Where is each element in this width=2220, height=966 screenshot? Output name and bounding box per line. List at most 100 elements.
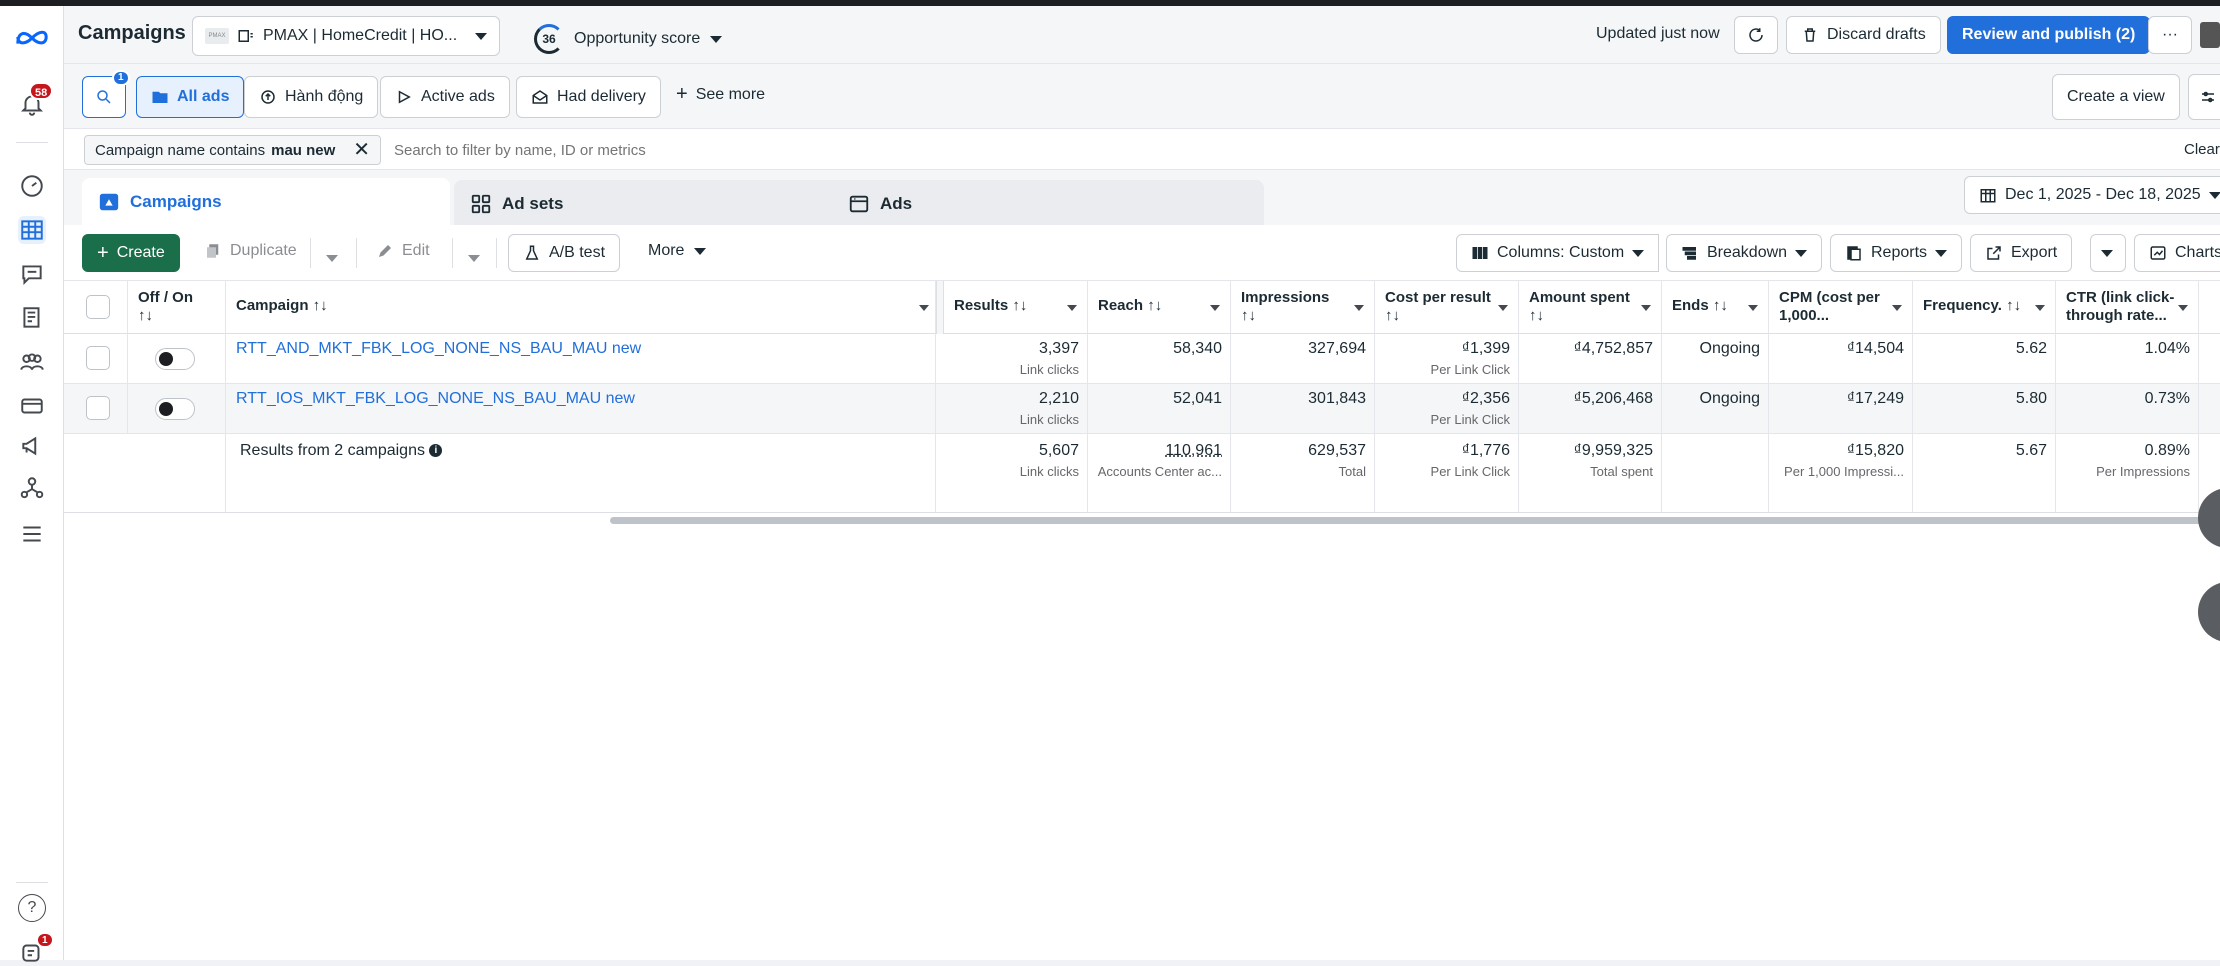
campaign-name-cell: RTT_AND_MKT_FBK_LOG_NONE_NS_BAU_MAU new — [226, 334, 936, 383]
export-dropdown[interactable] — [2090, 234, 2126, 272]
campaign-toggle[interactable] — [155, 398, 195, 420]
summary-label-cell: Results from 2 campaigns i — [226, 434, 936, 512]
active-ads-label: Active ads — [421, 88, 495, 105]
see-more-button[interactable]: + See more — [676, 83, 765, 105]
header-frequency[interactable]: Frequency. ↑↓ — [1913, 281, 2056, 334]
header-results-label: Results ↑↓ — [954, 297, 1028, 314]
summary-reach-value[interactable]: 110,961 — [1165, 442, 1222, 459]
megaphone-icon[interactable] — [18, 432, 46, 460]
ctr-value: 0.73% — [2144, 390, 2190, 407]
tab-campaigns[interactable]: Campaigns — [82, 178, 450, 225]
header-campaign[interactable]: Campaign ↑↓ — [226, 281, 936, 334]
actions-filter-label: Hành động — [285, 88, 364, 105]
date-range-picker[interactable]: Dec 1, 2025 - Dec 18, 2025 — [1964, 176, 2220, 214]
header-amount-spent[interactable]: Amount spent ↑↓ — [1519, 281, 1662, 334]
header-offon[interactable]: Off / On ↑↓ — [128, 281, 226, 334]
all-ads-button[interactable]: All ads — [136, 76, 245, 118]
cpr-cell: ₫2,356 Per Link Click — [1375, 384, 1519, 433]
reports-button[interactable]: Reports — [1830, 234, 1963, 272]
breakdown-button[interactable]: Breakdown — [1666, 234, 1823, 272]
horizontal-scrollbar[interactable] — [610, 517, 2220, 524]
header-cpm-label: CPM (cost per — [1779, 289, 1880, 306]
refresh-button[interactable] — [1734, 16, 1778, 54]
had-delivery-button[interactable]: Had delivery — [516, 76, 661, 118]
envelope-open-icon — [532, 90, 548, 104]
summary-cpm-sub: Per 1,000 Impressi... — [1784, 464, 1904, 479]
tab-ads[interactable]: Ads — [832, 180, 1264, 227]
chevron-down-icon — [710, 35, 723, 43]
header-cost-per-result[interactable]: Cost per result ↑↓ — [1375, 281, 1519, 334]
review-publish-button[interactable]: Review and publish (2) — [1947, 16, 2151, 54]
header-ctr[interactable]: CTR (link click- through rate... — [2056, 281, 2199, 334]
tab-adsets[interactable]: Ad sets — [454, 180, 888, 227]
more-actions-button[interactable]: More — [648, 242, 707, 260]
avatar[interactable] — [2200, 22, 2220, 48]
row-select-cell — [64, 384, 128, 433]
table-row[interactable]: RTT_IOS_MKT_FBK_LOG_NONE_NS_BAU_MAU new … — [64, 384, 2220, 434]
filter-settings-button[interactable] — [2188, 74, 2220, 120]
header-reach[interactable]: Reach ↑↓ — [1088, 281, 1231, 334]
more-options-button[interactable]: ··· — [2148, 16, 2192, 54]
left-navigation: 58 ? 1 — [0, 6, 64, 962]
plus-icon: + — [676, 83, 688, 105]
active-ads-button[interactable]: Active ads — [380, 76, 510, 118]
dashboard-gauge-icon[interactable] — [18, 172, 46, 200]
header-impressions[interactable]: Impressions ↑↓ — [1231, 281, 1375, 334]
campaign-name-link[interactable]: RTT_IOS_MKT_FBK_LOG_NONE_NS_BAU_MAU new — [236, 390, 635, 407]
table-row[interactable]: RTT_AND_MKT_FBK_LOG_NONE_NS_BAU_MAU new … — [64, 334, 2220, 384]
summary-cpr-sub: Per Link Click — [1430, 464, 1510, 479]
had-delivery-label: Had delivery — [557, 88, 646, 105]
more-actions-label: More — [648, 242, 685, 259]
frequency-value: 5.80 — [2015, 390, 2047, 407]
help-icon[interactable]: ? — [18, 894, 46, 922]
discard-drafts-button[interactable]: Discard drafts — [1786, 16, 1941, 54]
ab-test-button[interactable]: A/B test — [508, 234, 621, 272]
menu-icon[interactable] — [18, 520, 46, 548]
pages-icon[interactable] — [18, 304, 46, 332]
campaign-toggle[interactable] — [155, 348, 195, 370]
export-button[interactable]: Export — [1970, 234, 2073, 272]
campaign-name-link[interactable]: RTT_AND_MKT_FBK_LOG_NONE_NS_BAU_MAU new — [236, 340, 641, 357]
updated-status: Updated just now — [1596, 25, 1720, 42]
opportunity-score[interactable]: 36 Opportunity score — [534, 24, 723, 54]
header-ends[interactable]: Ends ↑↓ — [1662, 281, 1769, 334]
row-toggle-cell — [128, 384, 226, 433]
billing-card-icon[interactable] — [18, 392, 46, 420]
account-selector[interactable]: PMAX PMAX | HomeCredit | HO... — [192, 16, 501, 56]
edit-dropdown[interactable] — [468, 249, 480, 267]
reach-cell: 52,041 — [1088, 384, 1231, 433]
create-view-button[interactable]: Create a view — [2052, 74, 2180, 120]
audiences-icon[interactable] — [18, 348, 46, 376]
create-button[interactable]: + Create — [82, 234, 180, 272]
business-network-icon[interactable] — [18, 474, 46, 502]
campaigns-table-icon[interactable] — [18, 216, 46, 244]
meta-logo-icon[interactable] — [14, 24, 50, 52]
filter-chip[interactable]: Campaign name contains mau new ✕ — [84, 135, 382, 165]
row-checkbox[interactable] — [86, 396, 110, 420]
columns-button[interactable]: Columns: Custom — [1456, 234, 1660, 272]
level-tabs: Campaigns Ad sets Ads Dec 1, 2025 - Dec … — [64, 170, 2220, 227]
duplicate-button[interactable]: Duplicate — [204, 242, 297, 260]
clear-filters-button[interactable]: Clear — [2184, 141, 2220, 158]
review-publish-label: Review and publish (2) — [1962, 26, 2136, 43]
close-icon[interactable]: ✕ — [353, 140, 370, 160]
info-icon[interactable]: i — [429, 444, 443, 458]
search-badge: 1 — [112, 70, 130, 86]
select-all-checkbox[interactable] — [86, 295, 110, 319]
row-checkbox[interactable] — [86, 346, 110, 370]
account-name: PMAX | HomeCredit | HO... — [263, 27, 458, 44]
messages-icon[interactable] — [18, 260, 46, 288]
duplicate-icon — [207, 244, 219, 258]
duplicate-dropdown[interactable] — [326, 249, 338, 267]
actions-filter-button[interactable]: Hành động — [244, 76, 379, 118]
date-range-label: Dec 1, 2025 - Dec 18, 2025 — [2005, 186, 2201, 203]
notifications-badge: 58 — [29, 82, 54, 100]
edit-button[interactable]: Edit — [376, 242, 430, 260]
search-input[interactable] — [394, 137, 1294, 163]
header-results[interactable]: Results ↑↓ — [944, 281, 1088, 334]
charts-button[interactable]: Charts — [2134, 234, 2220, 272]
header-cpm[interactable]: CPM (cost per 1,000... — [1769, 281, 1913, 334]
impressions-cell: 301,843 — [1231, 384, 1375, 433]
calendar-icon — [1980, 189, 1996, 203]
header-spent-label: Amount spent — [1529, 289, 1630, 306]
